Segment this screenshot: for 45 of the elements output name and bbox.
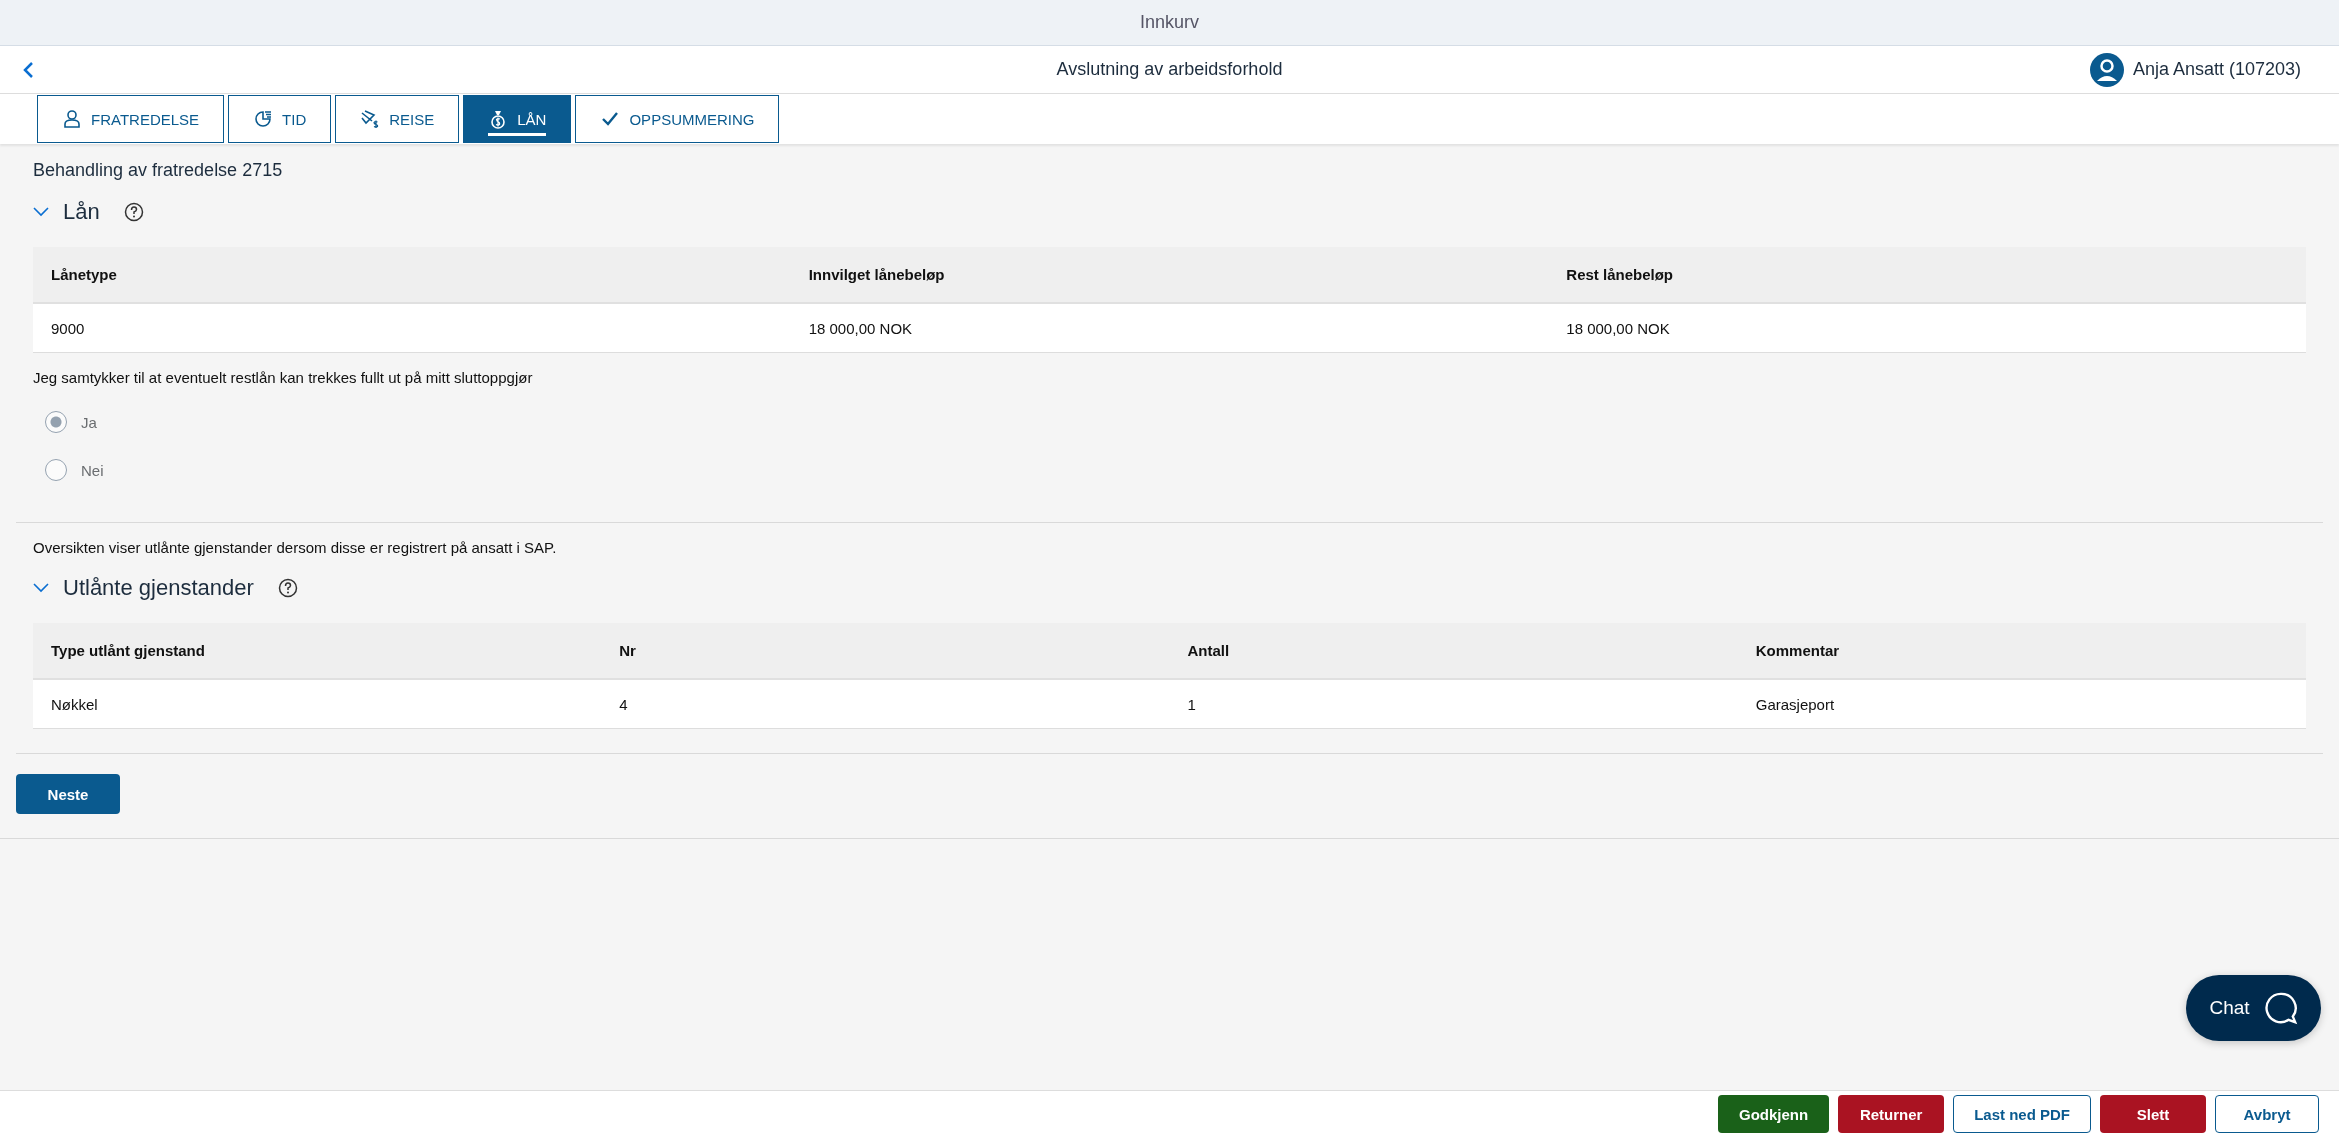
footer-button[interactable]: Returner [1838, 1095, 1945, 1133]
table-cell-text: 4 [618, 695, 629, 713]
speech-bubble-icon [2263, 991, 2298, 1025]
column-header: Nr [618, 642, 637, 659]
back-icon[interactable] [22, 60, 34, 79]
section-title: Lån [63, 199, 100, 225]
info-text: Oversikten viser utlånte gjenstander dersom disse er registrert på ansatt i SAP. [33, 539, 557, 556]
footer-button[interactable]: Last ned PDF [1953, 1095, 2091, 1133]
section-title: Utlånte gjenstander [63, 575, 254, 601]
clock-icon [253, 109, 274, 129]
table-cell-text: 18 000,00 NOK [1565, 319, 1671, 337]
shell-title: Innkurv [1140, 12, 1199, 33]
help-icon[interactable] [277, 578, 298, 598]
chevron-icon[interactable] [33, 207, 49, 217]
case-title: Behandling av fratredelse 2715 [33, 160, 283, 181]
tab[interactable]: OPPSUMMERING [575, 95, 780, 143]
column-header: Kommentar [1754, 642, 1841, 659]
footer-button[interactable]: Godkjenn [1717, 1095, 1830, 1133]
column-header: Lånetype [50, 266, 118, 283]
next-button[interactable]: Neste [16, 774, 120, 814]
help-icon[interactable] [123, 202, 144, 222]
table-cell-text: 9000 [50, 319, 86, 337]
page-title: Avslutning av arbeidsforhold [1056, 59, 1283, 80]
table-cell-text: 18 000,00 NOK [807, 319, 914, 337]
tab[interactable]: LÅN [463, 95, 572, 143]
footer-button[interactable]: Avbryt [2215, 1095, 2319, 1133]
column-header: Innvilget lånebeløp [807, 266, 946, 283]
consent-question: Jeg samtykker til at eventuelt restlån kan trekkes fullt ut på mitt sluttoppgjør [33, 369, 534, 386]
footer-button[interactable]: Slett [2100, 1095, 2206, 1133]
radio-label: Nei [81, 461, 104, 479]
column-header: Type utlånt gjenstand [50, 642, 206, 659]
table-cell-text: Nøkkel [50, 695, 99, 713]
avatar-icon[interactable] [2089, 52, 2124, 87]
person-icon [62, 109, 82, 129]
table-cell-text: 1 [1186, 695, 1197, 713]
table-cell-text: Garasjeport [1754, 695, 1836, 713]
chevron-icon[interactable] [33, 583, 49, 593]
tab[interactable]: REISE [335, 95, 460, 143]
tab[interactable]: FRATREDELSE [37, 95, 225, 143]
tab[interactable]: TID [228, 95, 332, 143]
column-header: Rest lånebeløp [1565, 266, 1675, 283]
radio-label: Ja [81, 413, 97, 431]
column-header: Antall [1186, 642, 1231, 659]
chat-button[interactable]: Chat [2186, 975, 2321, 1041]
user-name: Anja Ansatt (107203) [2132, 59, 2301, 80]
